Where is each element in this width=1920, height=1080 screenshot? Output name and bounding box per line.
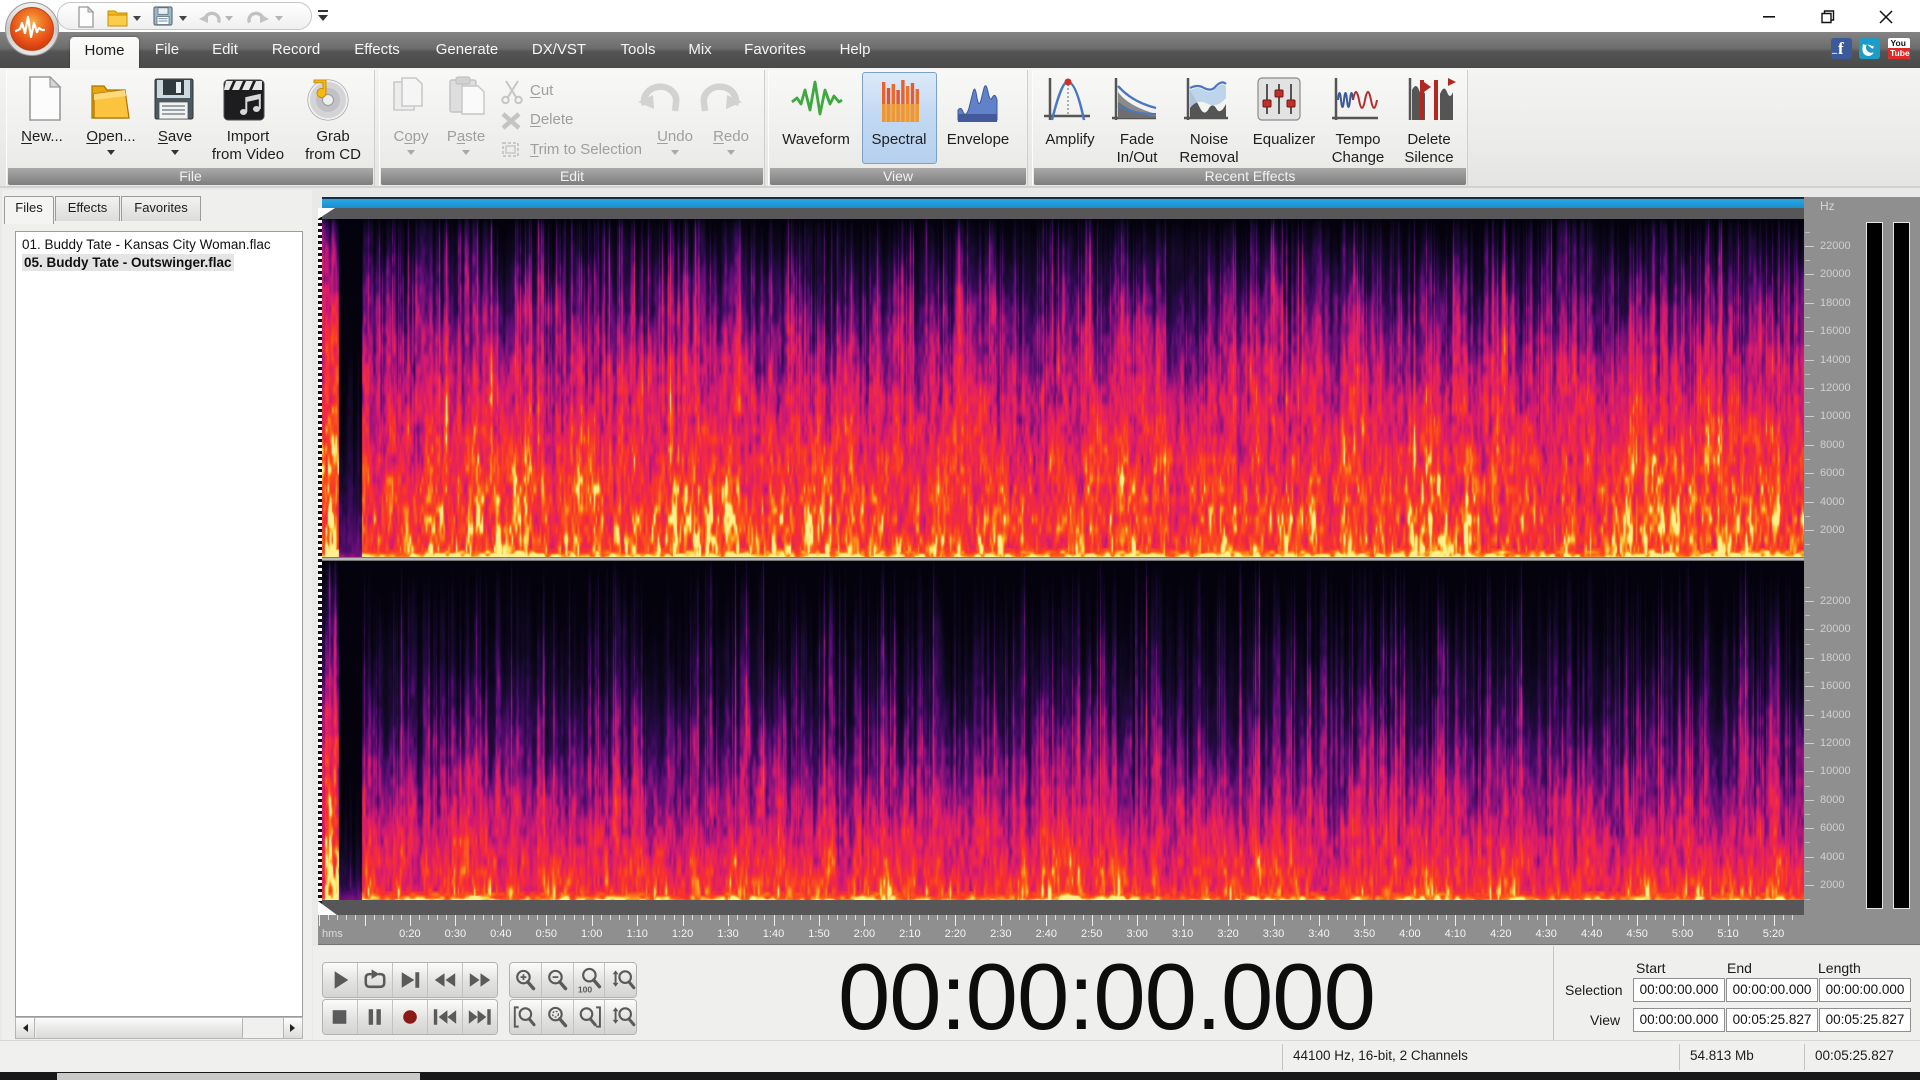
svg-text:100: 100 [577, 984, 592, 994]
